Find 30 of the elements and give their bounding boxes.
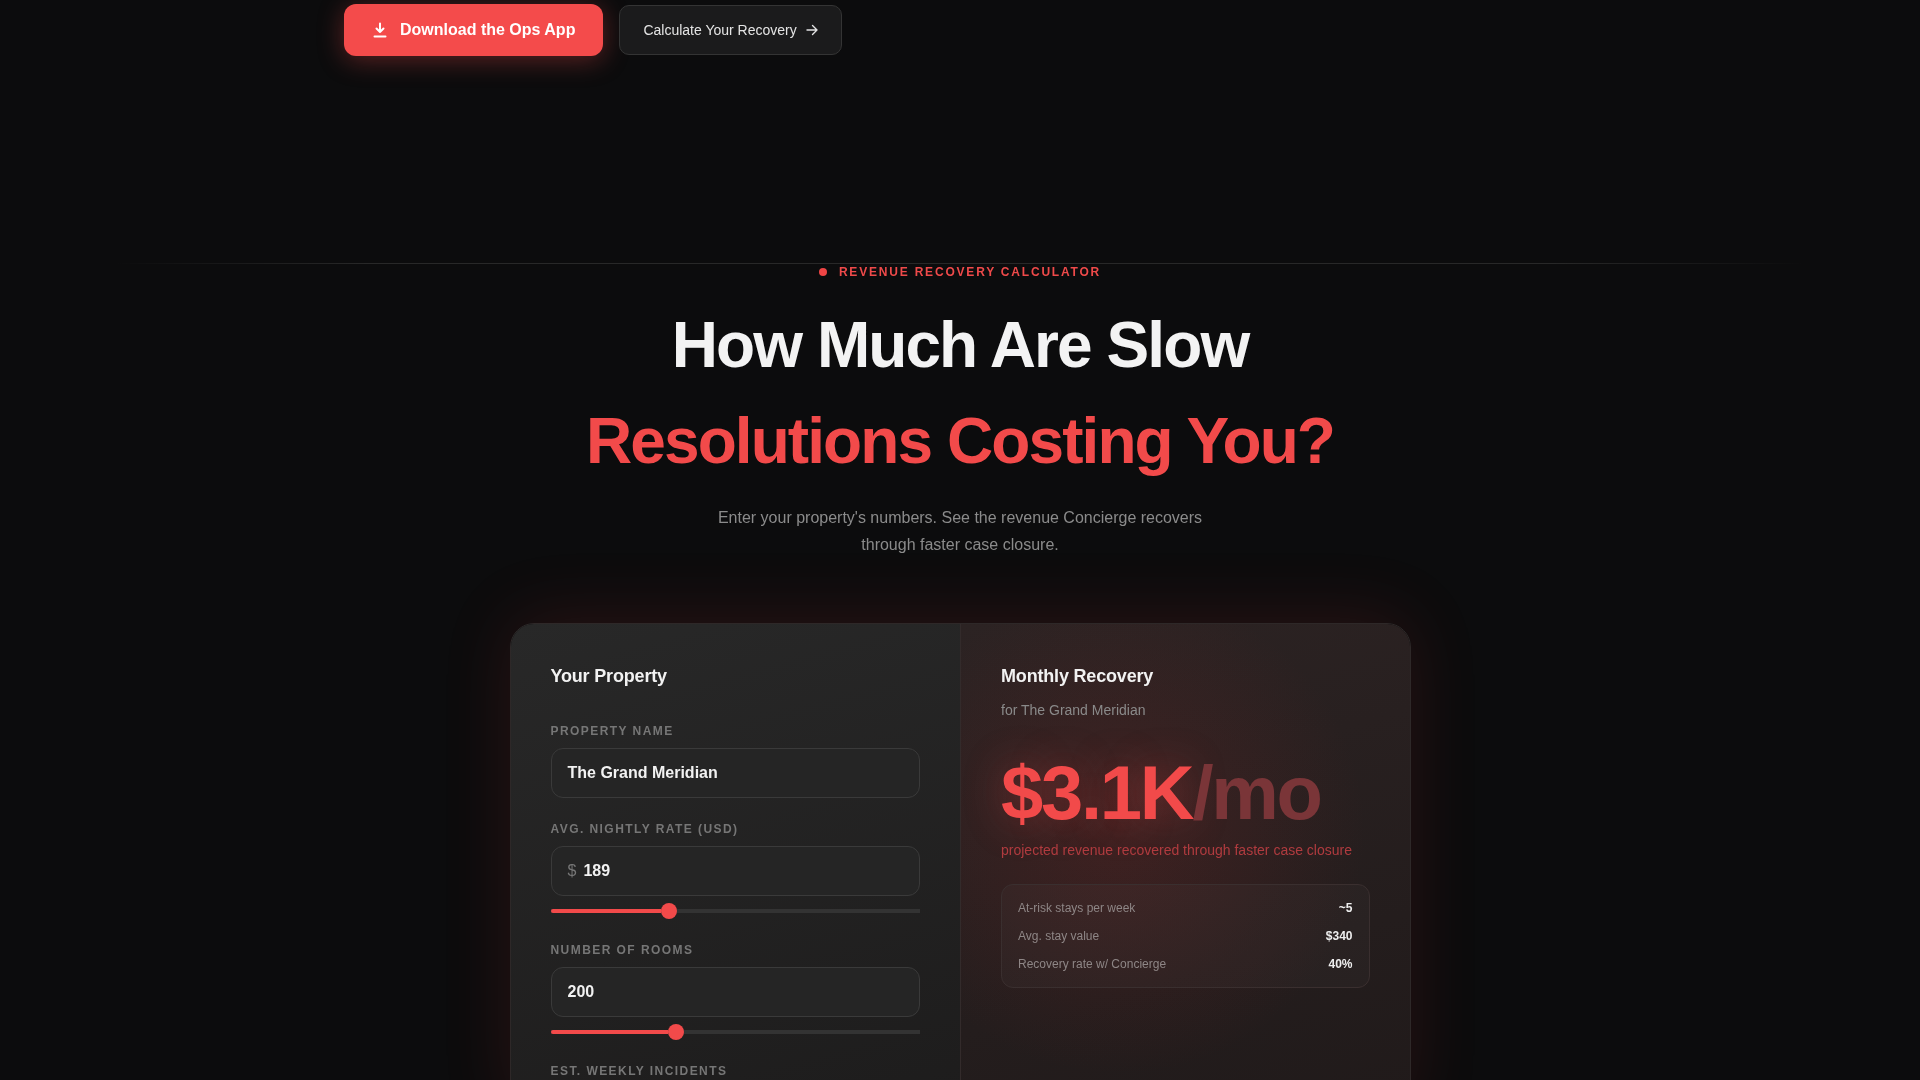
dot-icon (818, 268, 827, 276)
stat-value: $340 (1325, 929, 1353, 943)
panel-title: Monthly Recovery (1001, 665, 1155, 687)
stat-label: Recovery rate w/ Concierge (1018, 957, 1167, 971)
slider-thumb[interactable] (660, 903, 677, 919)
field-value: 189 (583, 862, 611, 880)
field-label: PROPERTY NAME (550, 724, 675, 738)
stat-label: At-risk stays per week (1018, 901, 1136, 915)
stat-label: Avg. stay value (1018, 929, 1100, 943)
input-field[interactable]: 200 (550, 967, 920, 1017)
calculate-button[interactable]: Calculate Your Recovery (619, 5, 842, 55)
results-subtitle: for The Grand Meridian (1001, 701, 1147, 720)
input-field[interactable]: The Grand Meridian (550, 748, 920, 798)
stat-value: 40% (1328, 957, 1353, 971)
amount-caption: projected revenue recovered through faster case closure (1001, 841, 1353, 860)
arrow-right-icon (805, 24, 818, 36)
page-heading: How Much Are Slow Resolutions Costing You? (586, 308, 1334, 479)
stat-value: ~5 (1338, 901, 1353, 915)
field-label: AVG. NIGHTLY RATE (USD) (550, 822, 740, 836)
panel-title: Your Property (550, 665, 668, 687)
currency-prefix: $ (567, 862, 577, 880)
slider-thumb[interactable] (668, 1024, 685, 1040)
field-label: EST. WEEKLY INCIDENTS (550, 1064, 729, 1078)
download-button[interactable]: Download the Ops App (344, 4, 604, 56)
recovery-amount: $3.1K/mo (1001, 755, 1322, 831)
input-field[interactable]: $ 189 (550, 846, 920, 896)
section-eyebrow: REVENUE RECOVERY CALCULATOR (838, 264, 1102, 280)
section-description: Enter your property's numbers. See the revenue Concierge recovers through faster case closure. (716, 508, 1204, 555)
download-icon (372, 22, 388, 38)
field-label: NUMBER OF ROOMS (550, 943, 695, 957)
